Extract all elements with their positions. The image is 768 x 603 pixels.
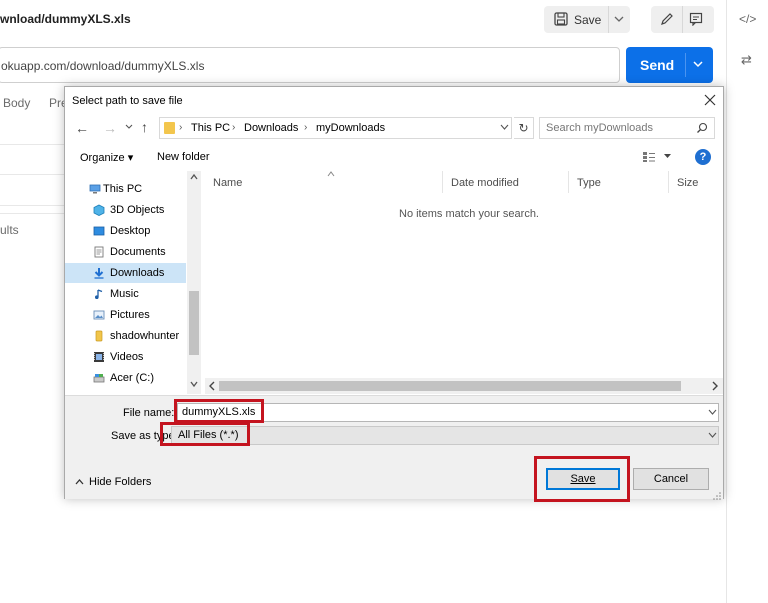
chevron-left-icon[interactable] (208, 381, 216, 391)
nav-pane-scrollbar[interactable] (187, 171, 201, 394)
breadcrumb-this-pc[interactable]: This PC (191, 122, 230, 134)
navigation-pane: This PC 3D Objects Desktop Documents Dow… (65, 171, 202, 394)
tab-body[interactable]: Body (3, 96, 30, 110)
scrollbar-thumb[interactable] (219, 381, 681, 391)
nav-item-this-pc[interactable]: This PC (65, 179, 186, 199)
refresh-icon[interactable]: ↻ (514, 117, 534, 139)
column-name[interactable]: Name (205, 171, 443, 193)
highlight-save-type (160, 422, 250, 446)
chevron-down-icon[interactable] (125, 124, 133, 130)
chevron-up-icon[interactable] (189, 173, 199, 181)
search-input[interactable]: Search myDownloads (539, 117, 715, 139)
request-title: wnload/dummyXLS.xls (0, 12, 131, 26)
search-icon (697, 122, 708, 133)
drive-icon (93, 374, 105, 383)
chevron-down-icon[interactable] (500, 124, 509, 131)
resize-grip-icon[interactable] (713, 492, 721, 500)
nav-item-music[interactable]: Music (65, 284, 186, 304)
chevron-down-icon[interactable] (614, 13, 624, 25)
close-icon[interactable] (702, 92, 718, 108)
computer-icon (89, 184, 101, 194)
nav-item-documents[interactable]: Documents (65, 242, 186, 262)
music-icon (95, 289, 103, 299)
nav-item-shadowhunter[interactable]: shadowhunter (65, 326, 186, 346)
chevron-down-icon[interactable] (708, 409, 717, 416)
url-value: okuapp.com/download/dummyXLS.xls (1, 59, 205, 73)
up-arrow-icon[interactable]: ↑ (141, 119, 148, 135)
address-bar[interactable]: › This PC › Downloads › myDownloads (159, 117, 512, 139)
nav-item-acer-c[interactable]: Acer (C:) (65, 368, 186, 388)
chevron-down-icon[interactable] (189, 380, 199, 388)
help-icon[interactable]: ? (695, 149, 711, 165)
app-save-button[interactable]: Save (544, 6, 630, 33)
sync-icon[interactable]: ⇄ (741, 52, 752, 68)
folder-icon (164, 122, 175, 134)
nav-item-3d-objects[interactable]: 3D Objects (65, 200, 186, 220)
chevron-right-icon[interactable]: › (232, 122, 235, 133)
results-label: ults (0, 223, 19, 237)
app-icon-buttons (651, 6, 714, 33)
nav-item-downloads[interactable]: Downloads (65, 263, 186, 283)
url-input[interactable]: okuapp.com/download/dummyXLS.xls (0, 47, 620, 83)
code-icon[interactable]: </> (739, 12, 756, 26)
view-options-icon[interactable] (642, 151, 656, 163)
scrollbar-thumb[interactable] (189, 291, 199, 355)
nav-item-videos[interactable]: Videos (65, 347, 186, 367)
chevron-right-icon[interactable]: › (179, 122, 182, 133)
column-date-modified[interactable]: Date modified (443, 171, 569, 193)
chevron-right-icon[interactable]: › (304, 122, 307, 133)
chevron-down-icon[interactable] (664, 154, 671, 159)
comment-icon[interactable] (689, 12, 703, 26)
highlight-save-button (534, 456, 630, 502)
user-folder-icon (95, 330, 103, 342)
chevron-right-icon[interactable] (711, 381, 719, 391)
organize-button[interactable]: Organize ▾ (80, 151, 133, 164)
document-icon (94, 246, 104, 258)
picture-icon (93, 310, 105, 320)
floppy-disk-icon (554, 12, 568, 26)
app-save-label: Save (574, 13, 602, 27)
cancel-button[interactable]: Cancel (633, 468, 709, 490)
breadcrumb-mydownloads[interactable]: myDownloads (316, 122, 385, 134)
nav-item-pictures[interactable]: Pictures (65, 305, 186, 325)
chevron-down-icon[interactable] (692, 58, 704, 70)
breadcrumb-downloads[interactable]: Downloads (244, 122, 298, 134)
column-type[interactable]: Type (569, 171, 669, 193)
pencil-icon[interactable] (660, 12, 674, 26)
forward-arrow-icon[interactable]: → (103, 120, 117, 136)
sort-caret-icon (327, 171, 335, 177)
file-list: Name Date modified Type Size No items ma… (205, 171, 723, 394)
column-size[interactable]: Size (669, 171, 723, 193)
chevron-down-icon[interactable] (708, 432, 717, 439)
save-as-type-select[interactable]: All Files (*.*) (171, 426, 719, 445)
download-icon (94, 268, 104, 279)
search-placeholder: Search myDownloads (546, 122, 653, 134)
back-arrow-icon[interactable]: ← (75, 120, 89, 136)
file-list-hscrollbar[interactable] (205, 378, 723, 394)
send-label: Send (640, 57, 675, 73)
new-folder-button[interactable]: New folder (157, 151, 210, 163)
empty-message: No items match your search. (399, 208, 539, 220)
file-name-label: File name: (123, 407, 175, 419)
video-icon (94, 352, 104, 362)
desktop-icon (93, 226, 105, 236)
highlight-file-name (174, 399, 264, 423)
dialog-title: Select path to save file (72, 95, 183, 107)
chevron-up-icon (75, 479, 84, 485)
cube-icon (93, 204, 105, 216)
send-button[interactable]: Send (626, 47, 713, 83)
nav-item-desktop[interactable]: Desktop (65, 221, 186, 241)
